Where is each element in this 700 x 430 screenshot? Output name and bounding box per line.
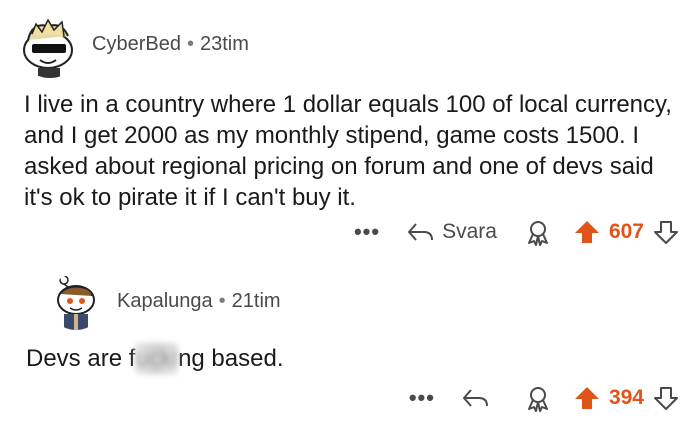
upvote-button[interactable]	[573, 218, 601, 246]
avatar[interactable]	[48, 274, 104, 330]
comment-actions: ••• Svara 607	[354, 214, 680, 250]
body-text-start: Devs are f	[26, 345, 136, 372]
reply-button[interactable]	[461, 386, 497, 410]
award-button[interactable]	[523, 383, 553, 413]
username[interactable]: Kapalunga	[117, 290, 213, 312]
meta-separator: •	[186, 33, 194, 55]
comment-body: I live in a country where 1 dollar equal…	[24, 91, 672, 211]
downvote-icon	[654, 221, 678, 244]
timestamp: 21tim	[231, 290, 281, 312]
award-icon	[527, 221, 548, 246]
comment: CyberBed • 23tim I live in a country where…	[0, 0, 700, 262]
snoo-avatar-icon	[57, 275, 95, 330]
avatar[interactable]	[18, 14, 82, 78]
reply-comment: Kapalunga • 21tim Devs are fucking based. …	[0, 262, 700, 430]
comment-body: Devs are fucking based.	[26, 343, 283, 374]
award-icon	[527, 387, 548, 412]
reply-button[interactable]: Svara	[406, 220, 497, 244]
reply-arrow-icon	[462, 389, 488, 407]
downvote-button[interactable]	[652, 384, 680, 412]
reply-label: Svara	[442, 220, 497, 243]
username[interactable]: CyberBed	[92, 33, 181, 55]
downvote-icon	[654, 387, 678, 410]
vote-score: 394	[608, 386, 644, 409]
comment-actions: ••• 394	[409, 380, 680, 416]
more-button[interactable]: •••	[409, 387, 435, 409]
timestamp: 23tim	[199, 33, 249, 55]
comment-meta: CyberBed • 23tim	[92, 33, 249, 56]
reply-arrow-icon	[408, 223, 434, 241]
upvote-icon	[574, 387, 599, 409]
vote-score: 607	[608, 220, 644, 243]
body-text-end: ng based.	[178, 345, 284, 372]
meta-separator: •	[218, 290, 226, 312]
censored-text: ucki	[135, 343, 179, 374]
award-button[interactable]	[523, 217, 553, 247]
comment-meta: Kapalunga • 21tim	[117, 290, 281, 313]
more-button[interactable]: •••	[354, 221, 380, 243]
upvote-icon	[574, 221, 599, 243]
upvote-button[interactable]	[573, 384, 601, 412]
snoo-avatar-icon	[23, 18, 73, 78]
downvote-button[interactable]	[652, 218, 680, 246]
